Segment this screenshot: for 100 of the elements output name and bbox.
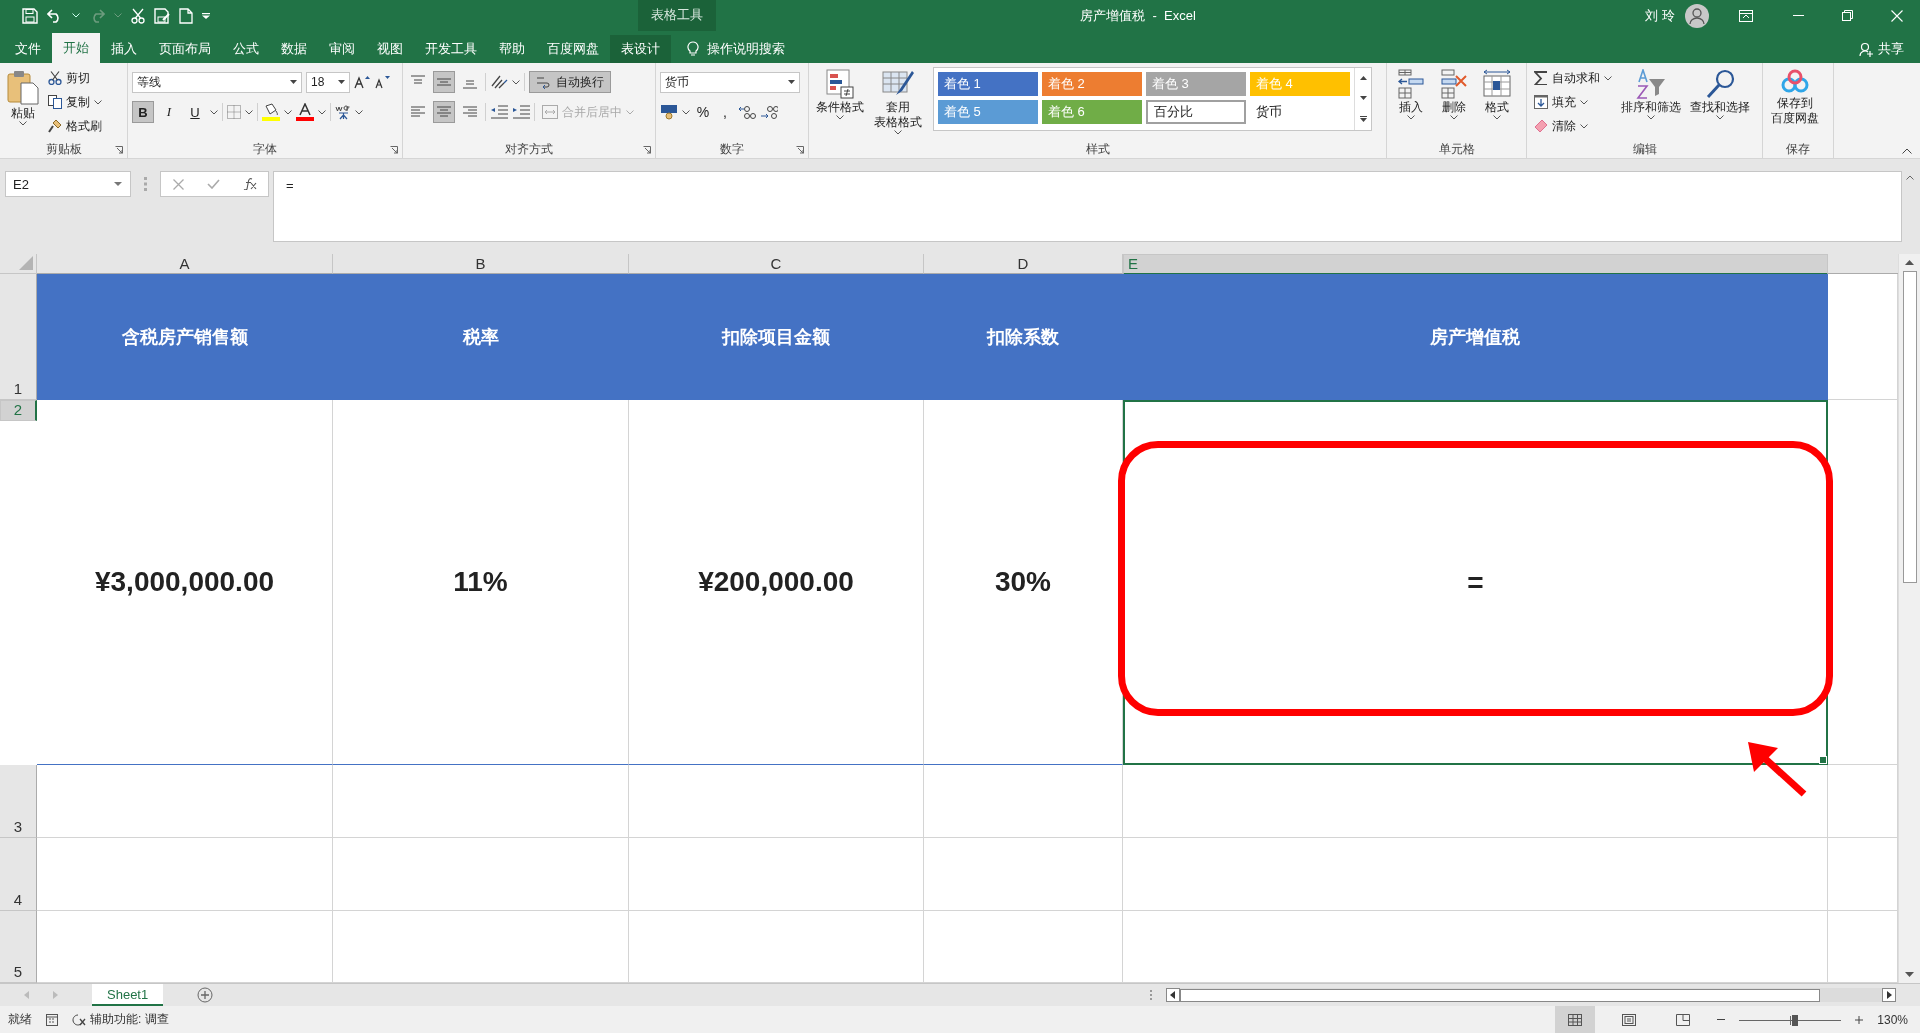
row-header[interactable]: 3 [0, 765, 37, 838]
caret-icon[interactable] [245, 109, 253, 115]
ribbon-display-icon[interactable] [1739, 9, 1753, 22]
empty-cell[interactable] [1123, 838, 1828, 911]
column-header[interactable]: B [333, 254, 629, 274]
font-style-button[interactable]: I [158, 101, 180, 123]
caret-icon[interactable] [355, 109, 363, 115]
paste-button[interactable]: 粘贴 [4, 67, 42, 128]
ribbon-tab[interactable]: 视图 [366, 35, 414, 63]
cell-style-button[interactable]: 百分比 [1146, 100, 1246, 124]
empty-cell[interactable] [333, 765, 629, 838]
increase-indent-icon[interactable] [512, 105, 530, 119]
caret-icon[interactable] [1493, 115, 1501, 120]
tell-me-search[interactable]: 操作说明搜索 [687, 35, 785, 63]
row-header[interactable]: 4 [0, 838, 37, 911]
zoom-in-icon[interactable] [1855, 1015, 1864, 1024]
restore-icon[interactable] [1842, 10, 1853, 21]
header-cell[interactable]: 税率 [333, 274, 629, 400]
font-style-button[interactable]: U [184, 101, 206, 123]
dialog-launcher-icon[interactable] [796, 146, 804, 154]
font-name-field[interactable]: 等线 [132, 71, 302, 93]
table-cell[interactable]: 11% [333, 400, 629, 765]
slider-thumb[interactable] [1792, 1014, 1799, 1026]
caret-icon[interactable] [894, 130, 902, 135]
ribbon-tab[interactable]: 帮助 [488, 35, 536, 63]
table-cell[interactable]: 30% [924, 400, 1123, 765]
empty-cell[interactable] [924, 838, 1123, 911]
format-as-table-button[interactable]: 套用 表格格式 [870, 67, 926, 137]
empty-cell[interactable] [629, 838, 924, 911]
header-cell[interactable]: 房产增值税 [1123, 274, 1828, 400]
save-as-icon[interactable] [154, 7, 170, 24]
caret-icon[interactable] [1580, 99, 1588, 105]
caret-icon[interactable] [512, 79, 520, 85]
font-style-button[interactable]: B [132, 101, 154, 123]
sheet-tab[interactable]: Sheet1 [92, 984, 164, 1006]
header-cell[interactable]: 扣除系数 [924, 274, 1123, 400]
empty-cell[interactable] [333, 838, 629, 911]
scroll-left-icon[interactable] [1166, 988, 1180, 1002]
accounting-icon[interactable] [660, 104, 678, 120]
ribbon-tab[interactable]: 开发工具 [414, 35, 488, 63]
dialog-launcher-icon[interactable] [643, 146, 651, 154]
document-icon[interactable] [179, 7, 193, 24]
font-color-icon[interactable] [296, 103, 314, 121]
ribbon-tab[interactable]: 页面布局 [148, 35, 222, 63]
ribbon-tab[interactable]: 插入 [100, 35, 148, 63]
caret-icon[interactable] [19, 121, 27, 126]
save-to-cloud-button[interactable]: 保存到 百度网盘 [1767, 67, 1823, 127]
header-cell[interactable]: 含税房产销售额 [37, 274, 333, 400]
table-cell[interactable]: ¥3,000,000.00 [37, 400, 333, 765]
add-sheet-icon[interactable] [197, 987, 214, 1003]
more-icon[interactable] [1359, 116, 1367, 122]
format-cells-button[interactable]: 格式 [1477, 67, 1517, 122]
share-button[interactable]: 共享 [1859, 35, 1904, 63]
formula-field[interactable]: = [273, 171, 1902, 242]
text-orientation-icon[interactable] [490, 74, 508, 90]
ribbon-tab[interactable]: 百度网盘 [536, 35, 610, 63]
scissors-icon[interactable] [131, 7, 145, 24]
caret-icon[interactable] [318, 109, 326, 115]
caret-icon[interactable] [1604, 75, 1612, 81]
accessibility-button[interactable]: 辅助功能: 调查 [72, 1011, 169, 1028]
copy-button[interactable]: 复制 [45, 91, 105, 113]
autosum-button[interactable]: 自动求和 [1531, 67, 1615, 89]
customize-icon[interactable] [202, 12, 210, 19]
phonetic-icon[interactable] [335, 104, 351, 120]
view-button[interactable] [1555, 1006, 1596, 1033]
row-header[interactable]: 2 [0, 400, 37, 421]
row-header[interactable]: 5 [0, 911, 37, 983]
delete-cells-button[interactable]: 删除 [1434, 67, 1474, 122]
fill-color-icon[interactable] [262, 103, 280, 121]
save-icon[interactable] [22, 7, 38, 24]
grow-font-icon[interactable] [354, 75, 370, 89]
sort-filter-button[interactable]: 排序和筛选 [1618, 67, 1684, 122]
decrease-indent-icon[interactable] [490, 105, 508, 119]
caret-icon[interactable] [1580, 123, 1588, 129]
caret-icon[interactable] [1450, 115, 1458, 120]
caret-icon[interactable] [210, 109, 218, 115]
close-icon[interactable] [1891, 9, 1903, 22]
empty-cell[interactable] [1123, 765, 1828, 838]
caret-icon[interactable] [284, 109, 292, 115]
dialog-launcher-icon[interactable] [115, 146, 123, 154]
format-painter-button[interactable]: 格式刷 [45, 115, 105, 137]
ribbon-tab[interactable]: 表设计 [610, 35, 671, 63]
caret-icon[interactable] [1716, 115, 1724, 120]
function-icon[interactable] [242, 178, 257, 190]
scroll-up-icon[interactable] [1905, 260, 1914, 265]
decrease-decimal-icon[interactable] [760, 105, 778, 119]
ribbon-tab[interactable]: 文件 [4, 35, 52, 63]
scroll-right-icon[interactable] [1882, 988, 1896, 1002]
macro-icon[interactable] [46, 1013, 58, 1026]
header-cell[interactable]: 扣除项目金额 [629, 274, 924, 400]
cut-button[interactable]: 剪切 [45, 67, 105, 89]
ribbon-tab[interactable]: 公式 [222, 35, 270, 63]
ribbon-tab[interactable]: 数据 [270, 35, 318, 63]
cell-style-button[interactable]: 着色 1 [938, 72, 1038, 96]
zoom-slider[interactable] [1739, 1013, 1842, 1026]
cell-style-button[interactable]: 货币 [1250, 100, 1350, 124]
avatar-icon[interactable] [1685, 3, 1709, 28]
ribbon-tab[interactable]: 审阅 [318, 35, 366, 63]
column-header[interactable]: A [37, 254, 333, 274]
fill-button[interactable]: 填充 [1531, 91, 1615, 113]
